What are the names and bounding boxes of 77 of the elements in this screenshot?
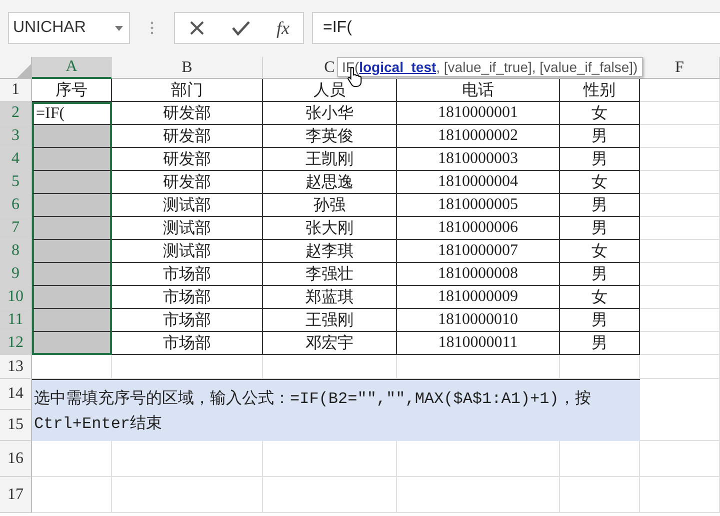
table-cell: 1810000008: [397, 263, 560, 286]
row-header[interactable]: 12: [0, 332, 32, 355]
table-cell: 性别: [560, 79, 640, 102]
note-text: 选中需填充序号的区域，输入公式：=IF(B2="","",MAX($A$1:A1)+1)，按Ctrl+Enter结束: [32, 379, 640, 441]
table-cell: 郑蓝琪: [263, 286, 397, 309]
table-cell: 市场部: [112, 263, 263, 286]
table-cell: 电话: [397, 79, 560, 102]
table-cell: 1810000007: [397, 240, 560, 263]
table-cell: 王强刚: [263, 309, 397, 332]
column-header[interactable]: B: [112, 57, 263, 79]
row-header[interactable]: 6: [0, 194, 32, 217]
table-cell: 孙强: [263, 194, 397, 217]
insert-function-button[interactable]: fx: [276, 18, 290, 38]
name-box[interactable]: UNICHAR: [8, 12, 130, 44]
table-cell: 张大刚: [263, 217, 397, 240]
table-cell: 测试部: [112, 194, 263, 217]
table-cell: 市场部: [112, 286, 263, 309]
row-header[interactable]: 13: [0, 355, 32, 379]
table-cell: 男: [560, 148, 640, 171]
checkmark-icon[interactable]: [232, 20, 250, 36]
table-cell: 女: [560, 240, 640, 263]
table-cell: 邓宏宇: [263, 332, 397, 355]
row-header[interactable]: 10: [0, 286, 32, 309]
table-cell: 1810000001: [397, 102, 560, 125]
table-cell: 李英俊: [263, 125, 397, 148]
row-header[interactable]: 5: [0, 171, 32, 194]
row-header[interactable]: 11: [0, 309, 32, 332]
table-cell: 女: [560, 286, 640, 309]
row-header[interactable]: 7: [0, 217, 32, 240]
table-cell: 研发部: [112, 102, 263, 125]
dropdown-icon: [115, 26, 123, 30]
table-cell: 1810000006: [397, 217, 560, 240]
row-header[interactable]: 8: [0, 240, 32, 263]
table-cell: 王凯刚: [263, 148, 397, 171]
table-cell: 李强壮: [263, 263, 397, 286]
table-cell: 部门: [112, 79, 263, 102]
column-header[interactable]: A: [32, 57, 112, 79]
grip-icon: [150, 20, 154, 36]
table-cell: 男: [560, 332, 640, 355]
table-cell: 测试部: [112, 217, 263, 240]
table-cell: 1810000011: [397, 332, 560, 355]
row-header[interactable]: 9: [0, 263, 32, 286]
table-cell: 男: [560, 194, 640, 217]
table-cell: 1810000004: [397, 171, 560, 194]
table-cell: 男: [560, 125, 640, 148]
row-header[interactable]: 3: [0, 125, 32, 148]
table-cell: 男: [560, 217, 640, 240]
table-cell: 测试部: [112, 240, 263, 263]
table-cell: 1810000005: [397, 194, 560, 217]
table-cell: 赵思逸: [263, 171, 397, 194]
table-cell: 研发部: [112, 171, 263, 194]
table-cell: 1810000003: [397, 148, 560, 171]
table-cell: 1810000009: [397, 286, 560, 309]
table-cell: 1810000002: [397, 125, 560, 148]
row-header[interactable]: 4: [0, 148, 32, 171]
formula-input[interactable]: =IF(: [312, 12, 720, 44]
table-cell: 序号: [32, 79, 112, 102]
function-tooltip: IF(logical_test, [value_if_true], [value_if_false]): [337, 57, 643, 77]
table-cell: 赵李琪: [263, 240, 397, 263]
row-header[interactable]: 2: [0, 102, 32, 125]
table-cell: 女: [560, 171, 640, 194]
row-header[interactable]: 1: [0, 79, 32, 102]
table-cell: 张小华: [263, 102, 397, 125]
row-header[interactable]: 16: [0, 441, 32, 477]
table-cell: 研发部: [112, 148, 263, 171]
row-header[interactable]: 17: [0, 477, 32, 513]
cancel-icon[interactable]: [188, 20, 204, 36]
table-cell: 市场部: [112, 332, 263, 355]
column-header[interactable]: F: [640, 57, 720, 79]
table-cell: 1810000010: [397, 309, 560, 332]
table-cell: 女: [560, 102, 640, 125]
table-cell: 研发部: [112, 125, 263, 148]
table-cell: 男: [560, 309, 640, 332]
table-cell: 男: [560, 263, 640, 286]
table-cell: 市场部: [112, 309, 263, 332]
row-header[interactable]: 15: [0, 410, 32, 441]
row-header[interactable]: 14: [0, 379, 32, 410]
